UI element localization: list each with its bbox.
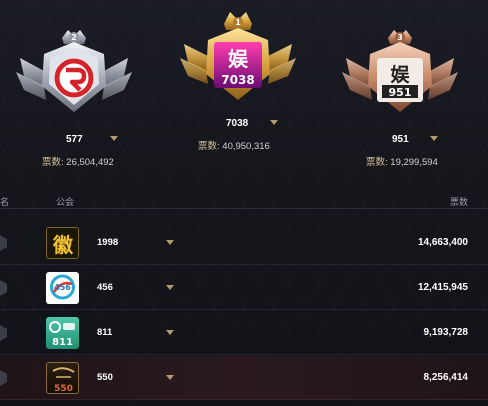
guild-column-header: 公会 <box>56 197 75 207</box>
guild-logo: 550 <box>46 362 79 394</box>
expand-caret-icon[interactable] <box>166 375 174 380</box>
logo-glyph: 811 <box>52 337 73 348</box>
guild-logo: 徽 <box>46 227 79 259</box>
expand-caret-icon[interactable] <box>166 240 174 245</box>
rank-badge <box>0 325 7 341</box>
table-row[interactable]: 811 811 9,193,728 <box>0 311 488 355</box>
guild-votes: 12,415,945 <box>417 282 468 293</box>
gold-badge-icon: 1 娱 7038 <box>180 12 296 100</box>
rank-badge <box>0 280 7 296</box>
guild-name: 456 <box>97 282 113 293</box>
guild-name: 811 <box>97 327 113 338</box>
rank-badge <box>0 370 7 386</box>
votes-column-header: 票数 <box>449 197 468 207</box>
rank-badge <box>0 235 7 251</box>
expand-caret-icon[interactable] <box>270 120 278 125</box>
svg-text:7038: 7038 <box>221 73 254 87</box>
expand-caret-icon[interactable] <box>430 136 438 141</box>
svg-text:2: 2 <box>71 33 77 42</box>
svg-text:3: 3 <box>397 33 403 42</box>
expand-caret-icon[interactable] <box>110 136 118 141</box>
expand-caret-icon[interactable] <box>166 285 174 290</box>
guild-votes: 8,256,414 <box>423 372 469 383</box>
guild-name: 550 <box>97 372 113 383</box>
guild-logo: 811 <box>46 317 79 349</box>
table-row[interactable]: 徽 1998 14,663,400 <box>0 221 488 265</box>
podium-name: 951 <box>392 134 409 145</box>
svg-text:娱: 娱 <box>228 47 249 71</box>
logo-glyph: 456 <box>54 283 71 292</box>
ranking-table-header: 名 公会 票数 <box>0 191 488 209</box>
podium-name: 577 <box>66 134 83 145</box>
logo-glyph: 徽 <box>52 233 74 257</box>
podium-votes: 票数: 26,504,492 <box>42 157 114 168</box>
guild-votes: 9,193,728 <box>423 327 469 338</box>
rank-column-header: 名 <box>0 197 10 207</box>
guild-votes: 14,663,400 <box>417 237 468 248</box>
table-row[interactable]: 456 456 12,415,945 <box>0 266 488 310</box>
podium-name: 7038 <box>226 118 249 129</box>
logo-glyph: 550 <box>54 384 73 394</box>
svg-text:娱: 娱 <box>390 63 410 86</box>
podium-votes: 票数: 40,950,316 <box>198 141 270 152</box>
expand-caret-icon[interactable] <box>166 330 174 335</box>
guild-name: 1998 <box>97 237 119 248</box>
bronze-badge-icon: 3 娱 951 <box>342 30 458 112</box>
svg-text:1: 1 <box>235 18 241 27</box>
guild-logo: 456 <box>46 272 79 304</box>
silver-badge-icon: 2 <box>16 30 132 112</box>
podium-votes: 票数: 19,299,594 <box>366 157 438 168</box>
svg-text:951: 951 <box>389 86 412 99</box>
table-row[interactable]: 550 550 8,256,414 <box>0 356 488 400</box>
top-three-podium: 2 577 票数: 26,504,492 1 娱 7038 7038 票数: 4… <box>0 0 488 200</box>
